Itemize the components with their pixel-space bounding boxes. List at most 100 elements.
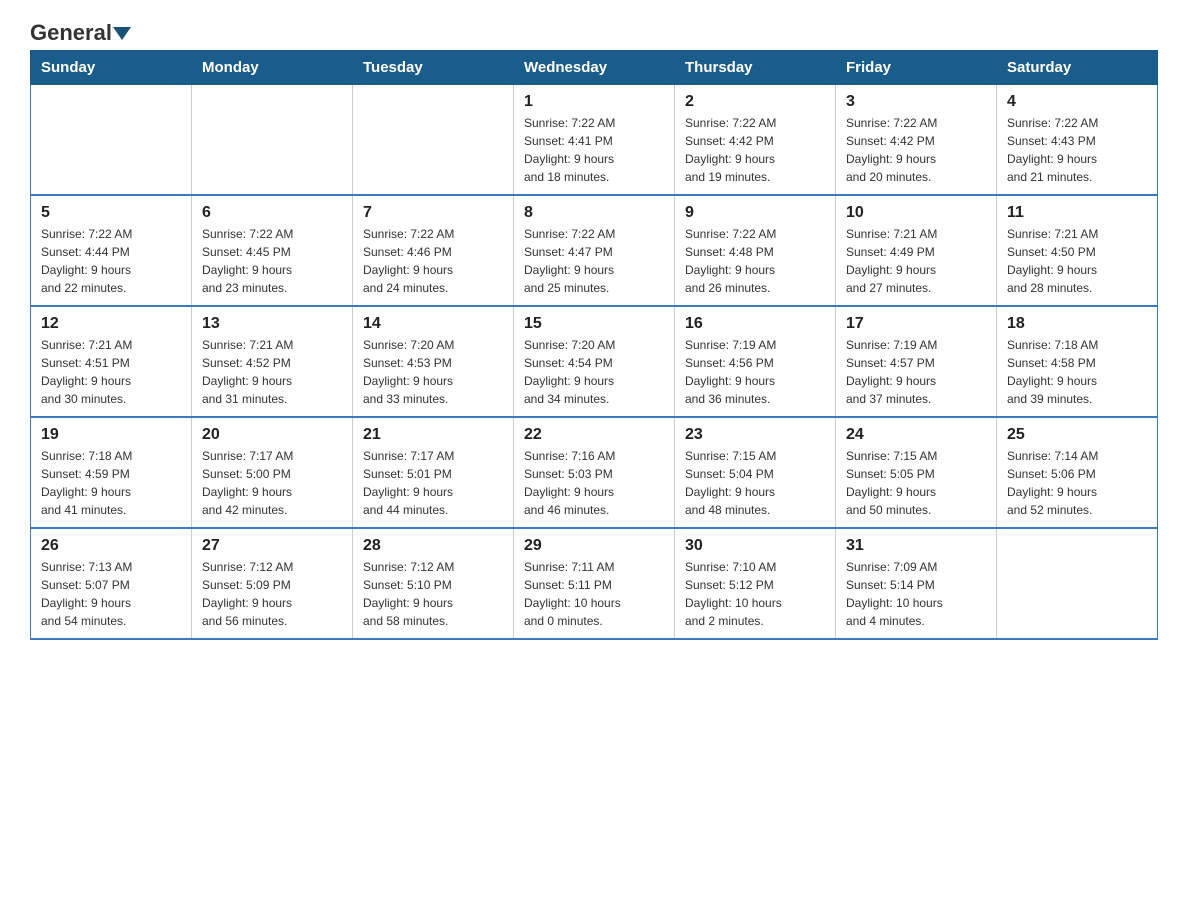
calendar-cell: 4 Sunrise: 7:22 AM Sunset: 4:43 PM Daylig… <box>997 85 1158 196</box>
day-info: Sunrise: 7:22 AM Sunset: 4:42 PM Dayligh… <box>846 114 986 186</box>
day-header-monday: Monday <box>192 51 353 85</box>
day-number: 21 <box>363 426 503 444</box>
day-info: Sunrise: 7:18 AM Sunset: 4:58 PM Dayligh… <box>1007 336 1147 408</box>
logo-general-text: General <box>30 20 112 46</box>
calendar-cell <box>997 528 1158 639</box>
day-info: Sunrise: 7:20 AM Sunset: 4:53 PM Dayligh… <box>363 336 503 408</box>
calendar-cell: 12Sunrise: 7:21 AM Sunset: 4:51 PM Dayli… <box>31 306 192 417</box>
calendar-cell: 27 Sunrise: 7:12 AM Sunset: 5:09 PM Dayli… <box>192 528 353 639</box>
day-header-thursday: Thursday <box>675 51 836 85</box>
day-number: 1 <box>524 93 664 111</box>
calendar-cell: 9 Sunrise: 7:22 AM Sunset: 4:48 PM Daylig… <box>675 195 836 306</box>
logo-arrow-icon <box>113 27 131 40</box>
calendar-cell: 15 Sunrise: 7:20 AM Sunset: 4:54 PM Dayli… <box>514 306 675 417</box>
day-number: 4 <box>1007 93 1147 111</box>
day-header-saturday: Saturday <box>997 51 1158 85</box>
day-info: Sunrise: 7:09 AM Sunset: 5:14 PM Dayligh… <box>846 558 986 630</box>
day-info: Sunrise: 7:13 AM Sunset: 5:07 PM Dayligh… <box>41 558 181 630</box>
calendar-cell: 6Sunrise: 7:22 AM Sunset: 4:45 PM Daylig… <box>192 195 353 306</box>
day-info: Sunrise: 7:22 AM Sunset: 4:48 PM Dayligh… <box>685 225 825 297</box>
day-header-sunday: Sunday <box>31 51 192 85</box>
day-info: Sunrise: 7:16 AM Sunset: 5:03 PM Dayligh… <box>524 447 664 519</box>
day-info: Sunrise: 7:12 AM Sunset: 5:09 PM Dayligh… <box>202 558 342 630</box>
header-row: SundayMondayTuesdayWednesdayThursdayFrid… <box>31 51 1158 85</box>
day-number: 25 <box>1007 426 1147 444</box>
calendar-cell: 24 Sunrise: 7:15 AM Sunset: 5:05 PM Dayli… <box>836 417 997 528</box>
calendar-cell: 17 Sunrise: 7:19 AM Sunset: 4:57 PM Dayli… <box>836 306 997 417</box>
day-number: 22 <box>524 426 664 444</box>
calendar-cell: 25 Sunrise: 7:14 AM Sunset: 5:06 PM Dayli… <box>997 417 1158 528</box>
calendar-cell: 8 Sunrise: 7:22 AM Sunset: 4:47 PM Daylig… <box>514 195 675 306</box>
calendar-cell: 26Sunrise: 7:13 AM Sunset: 5:07 PM Dayli… <box>31 528 192 639</box>
week-row-2: 5Sunrise: 7:22 AM Sunset: 4:44 PM Daylig… <box>31 195 1158 306</box>
calendar-cell: 23 Sunrise: 7:15 AM Sunset: 5:04 PM Dayli… <box>675 417 836 528</box>
week-row-4: 19Sunrise: 7:18 AM Sunset: 4:59 PM Dayli… <box>31 417 1158 528</box>
day-info: Sunrise: 7:22 AM Sunset: 4:45 PM Dayligh… <box>202 225 342 297</box>
calendar-cell: 16Sunrise: 7:19 AM Sunset: 4:56 PM Dayli… <box>675 306 836 417</box>
calendar-cell: 21Sunrise: 7:17 AM Sunset: 5:01 PM Dayli… <box>353 417 514 528</box>
calendar-cell: 18 Sunrise: 7:18 AM Sunset: 4:58 PM Dayli… <box>997 306 1158 417</box>
week-row-5: 26Sunrise: 7:13 AM Sunset: 5:07 PM Dayli… <box>31 528 1158 639</box>
day-number: 23 <box>685 426 825 444</box>
day-info: Sunrise: 7:21 AM Sunset: 4:49 PM Dayligh… <box>846 225 986 297</box>
day-number: 13 <box>202 315 342 333</box>
day-number: 11 <box>1007 204 1147 222</box>
day-number: 18 <box>1007 315 1147 333</box>
calendar-cell: 7 Sunrise: 7:22 AM Sunset: 4:46 PM Daylig… <box>353 195 514 306</box>
calendar-cell: 2 Sunrise: 7:22 AM Sunset: 4:42 PM Daylig… <box>675 85 836 196</box>
day-number: 2 <box>685 93 825 111</box>
calendar-cell: 5Sunrise: 7:22 AM Sunset: 4:44 PM Daylig… <box>31 195 192 306</box>
day-number: 15 <box>524 315 664 333</box>
day-info: Sunrise: 7:15 AM Sunset: 5:05 PM Dayligh… <box>846 447 986 519</box>
day-number: 31 <box>846 537 986 555</box>
day-info: Sunrise: 7:11 AM Sunset: 5:11 PM Dayligh… <box>524 558 664 630</box>
day-info: Sunrise: 7:22 AM Sunset: 4:46 PM Dayligh… <box>363 225 503 297</box>
day-number: 20 <box>202 426 342 444</box>
calendar-cell: 1Sunrise: 7:22 AM Sunset: 4:41 PM Daylig… <box>514 85 675 196</box>
day-header-wednesday: Wednesday <box>514 51 675 85</box>
calendar-cell: 22 Sunrise: 7:16 AM Sunset: 5:03 PM Dayli… <box>514 417 675 528</box>
calendar-cell: 29 Sunrise: 7:11 AM Sunset: 5:11 PM Dayli… <box>514 528 675 639</box>
day-number: 8 <box>524 204 664 222</box>
day-number: 24 <box>846 426 986 444</box>
day-info: Sunrise: 7:17 AM Sunset: 5:00 PM Dayligh… <box>202 447 342 519</box>
calendar-cell <box>353 85 514 196</box>
day-info: Sunrise: 7:14 AM Sunset: 5:06 PM Dayligh… <box>1007 447 1147 519</box>
day-number: 29 <box>524 537 664 555</box>
calendar-cell: 19Sunrise: 7:18 AM Sunset: 4:59 PM Dayli… <box>31 417 192 528</box>
day-info: Sunrise: 7:22 AM Sunset: 4:44 PM Dayligh… <box>41 225 181 297</box>
day-number: 10 <box>846 204 986 222</box>
calendar-cell: 31 Sunrise: 7:09 AM Sunset: 5:14 PM Dayli… <box>836 528 997 639</box>
week-row-1: 1Sunrise: 7:22 AM Sunset: 4:41 PM Daylig… <box>31 85 1158 196</box>
day-number: 7 <box>363 204 503 222</box>
day-info: Sunrise: 7:19 AM Sunset: 4:56 PM Dayligh… <box>685 336 825 408</box>
day-number: 9 <box>685 204 825 222</box>
calendar-table: SundayMondayTuesdayWednesdayThursdayFrid… <box>30 50 1158 640</box>
day-info: Sunrise: 7:20 AM Sunset: 4:54 PM Dayligh… <box>524 336 664 408</box>
day-info: Sunrise: 7:10 AM Sunset: 5:12 PM Dayligh… <box>685 558 825 630</box>
day-info: Sunrise: 7:15 AM Sunset: 5:04 PM Dayligh… <box>685 447 825 519</box>
calendar-header: SundayMondayTuesdayWednesdayThursdayFrid… <box>31 51 1158 85</box>
calendar-cell <box>192 85 353 196</box>
day-number: 27 <box>202 537 342 555</box>
day-info: Sunrise: 7:12 AM Sunset: 5:10 PM Dayligh… <box>363 558 503 630</box>
calendar-cell: 10 Sunrise: 7:21 AM Sunset: 4:49 PM Dayli… <box>836 195 997 306</box>
day-info: Sunrise: 7:22 AM Sunset: 4:43 PM Dayligh… <box>1007 114 1147 186</box>
calendar-cell: 14Sunrise: 7:20 AM Sunset: 4:53 PM Dayli… <box>353 306 514 417</box>
day-info: Sunrise: 7:22 AM Sunset: 4:47 PM Dayligh… <box>524 225 664 297</box>
calendar-cell: 30 Sunrise: 7:10 AM Sunset: 5:12 PM Dayli… <box>675 528 836 639</box>
day-number: 30 <box>685 537 825 555</box>
week-row-3: 12Sunrise: 7:21 AM Sunset: 4:51 PM Dayli… <box>31 306 1158 417</box>
day-info: Sunrise: 7:18 AM Sunset: 4:59 PM Dayligh… <box>41 447 181 519</box>
day-info: Sunrise: 7:22 AM Sunset: 4:42 PM Dayligh… <box>685 114 825 186</box>
calendar-body: 1Sunrise: 7:22 AM Sunset: 4:41 PM Daylig… <box>31 85 1158 640</box>
day-number: 28 <box>363 537 503 555</box>
calendar-cell: 28 Sunrise: 7:12 AM Sunset: 5:10 PM Dayli… <box>353 528 514 639</box>
day-number: 12 <box>41 315 181 333</box>
day-header-tuesday: Tuesday <box>353 51 514 85</box>
page-header: General <box>30 20 1158 40</box>
calendar-cell: 11Sunrise: 7:21 AM Sunset: 4:50 PM Dayli… <box>997 195 1158 306</box>
day-number: 17 <box>846 315 986 333</box>
day-info: Sunrise: 7:21 AM Sunset: 4:52 PM Dayligh… <box>202 336 342 408</box>
day-info: Sunrise: 7:19 AM Sunset: 4:57 PM Dayligh… <box>846 336 986 408</box>
